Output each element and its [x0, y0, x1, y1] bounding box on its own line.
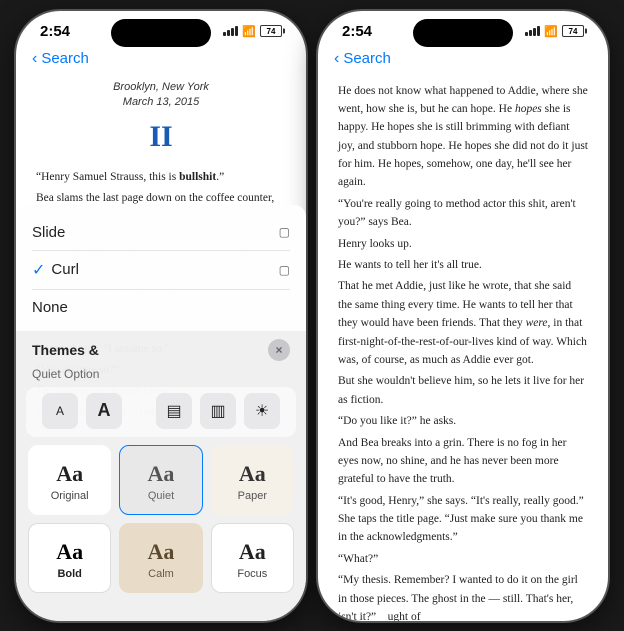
- theme-quiet-aa: Aa: [148, 461, 175, 487]
- check-icon: ✓: [32, 260, 45, 280]
- theme-paper-aa: Aa: [239, 461, 266, 487]
- theme-quiet[interactable]: Aa Quiet: [119, 445, 202, 515]
- r-para-1: He does not know what happened to Addie,…: [338, 82, 588, 192]
- large-a-button[interactable]: A: [86, 393, 122, 429]
- close-button[interactable]: ×: [268, 339, 290, 361]
- book-location: Brooklyn, New YorkMarch 13, 2015: [36, 80, 286, 111]
- time-left: 2:54: [40, 23, 70, 40]
- battery-icon-right: 74: [562, 25, 584, 37]
- dynamic-island-right: [413, 19, 513, 47]
- left-phone: 2:54 📶 74 ‹ Search Brooklyn, New YorkMar…: [16, 11, 306, 621]
- r-para-5: That he met Addie, just like he wrote, t…: [338, 277, 588, 369]
- slide-label: Slide: [32, 224, 65, 241]
- font-picker-button[interactable]: ▤: [156, 393, 192, 429]
- r-para-6: But she wouldn't believe him, so he lets…: [338, 372, 588, 409]
- signal-icon: [223, 26, 238, 36]
- theme-calm-label: Calm: [148, 568, 174, 580]
- nav-bar-left[interactable]: ‹ Search: [16, 44, 306, 72]
- theme-bold[interactable]: Aa Bold: [28, 523, 111, 593]
- dynamic-island: [111, 19, 211, 47]
- signal-icon-right: [525, 26, 540, 36]
- r-para-8: And Bea breaks into a grin. There is no …: [338, 434, 588, 489]
- r-para-7: “Do you like it?” he asks.: [338, 412, 588, 430]
- theme-focus[interactable]: Aa Focus: [211, 523, 294, 593]
- theme-focus-aa: Aa: [239, 539, 266, 565]
- quiet-option: Quiet Option: [16, 367, 306, 387]
- slide-options: Slide ▢ ✓ Curl ▢ None: [16, 205, 306, 331]
- theme-bold-label: Bold: [57, 568, 81, 580]
- brightness-icon: ☀: [255, 401, 269, 421]
- page-settings-icon: ▥: [210, 401, 225, 421]
- back-icon-left: ‹: [32, 50, 37, 68]
- font-picker-icon: ▤: [166, 401, 181, 421]
- none-label: None: [32, 299, 68, 316]
- page-settings-button[interactable]: ▥: [200, 393, 236, 429]
- time-right: 2:54: [342, 23, 372, 40]
- none-label-text: None: [32, 299, 68, 316]
- back-icon-right: ‹: [334, 50, 339, 68]
- curl-label-text: Curl: [51, 261, 79, 278]
- close-icon: ×: [275, 343, 282, 357]
- right-phone: 2:54 📶 74 ‹ Search He does not know what…: [318, 11, 608, 621]
- r-para-11: “My thesis. Remember? I wanted to do it …: [338, 571, 588, 620]
- large-a-label: A: [98, 400, 111, 421]
- overlay-panel: Slide ▢ ✓ Curl ▢ None: [16, 205, 306, 621]
- theme-calm-aa: Aa: [148, 539, 175, 565]
- curl-icon: ▢: [279, 263, 290, 277]
- theme-bold-aa: Aa: [56, 539, 83, 565]
- status-icons-left: 📶 74: [223, 25, 282, 38]
- theme-grid: Aa Original Aa Quiet Aa Paper Aa Bold Aa: [16, 437, 306, 601]
- r-para-4: He wants to tell her it's all true.: [338, 256, 588, 274]
- theme-paper-label: Paper: [238, 490, 267, 502]
- wifi-icon: 📶: [242, 25, 256, 38]
- theme-original-label: Original: [51, 490, 89, 502]
- theme-original-aa: Aa: [56, 461, 83, 487]
- curl-label: ✓ Curl: [32, 260, 79, 280]
- para-1: “Henry Samuel Strauss, this is bullshit.…: [36, 169, 286, 187]
- brightness-button[interactable]: ☀: [244, 393, 280, 429]
- back-label-right[interactable]: Search: [343, 50, 391, 67]
- slide-row-curl[interactable]: ✓ Curl ▢: [32, 251, 290, 290]
- slide-label-text: Slide: [32, 224, 65, 241]
- theme-calm[interactable]: Aa Calm: [119, 523, 202, 593]
- r-para-10: “What?”: [338, 550, 588, 568]
- themes-title: Themes &: [32, 342, 99, 358]
- nav-bar-right[interactable]: ‹ Search: [318, 44, 608, 72]
- theme-paper[interactable]: Aa Paper: [211, 445, 294, 515]
- slide-row-slide[interactable]: Slide ▢: [32, 215, 290, 251]
- small-a-button[interactable]: A: [42, 393, 78, 429]
- back-label-left[interactable]: Search: [41, 50, 89, 67]
- theme-focus-label: Focus: [237, 568, 267, 580]
- chapter-number: II: [36, 114, 286, 161]
- themes-header: Themes & ×: [16, 331, 306, 367]
- battery-icon: 74: [260, 25, 282, 37]
- slide-row-none[interactable]: None: [32, 290, 290, 325]
- theme-original[interactable]: Aa Original: [28, 445, 111, 515]
- theme-quiet-label: Quiet: [148, 490, 174, 502]
- font-controls: A A ▤ ▥ ☀: [26, 387, 296, 437]
- reading-content: He does not know what happened to Addie,…: [318, 72, 608, 621]
- r-para-2: “You're really going to method actor thi…: [338, 195, 588, 232]
- r-para-9: “It's good, Henry,” she says. “It's real…: [338, 492, 588, 547]
- slide-icon: ▢: [279, 225, 290, 239]
- wifi-icon-right: 📶: [544, 25, 558, 38]
- status-icons-right: 📶 74: [525, 25, 584, 38]
- r-para-3: Henry looks up.: [338, 235, 588, 253]
- phones-container: 2:54 📶 74 ‹ Search Brooklyn, New YorkMar…: [6, 1, 618, 631]
- small-a-label: A: [56, 404, 64, 418]
